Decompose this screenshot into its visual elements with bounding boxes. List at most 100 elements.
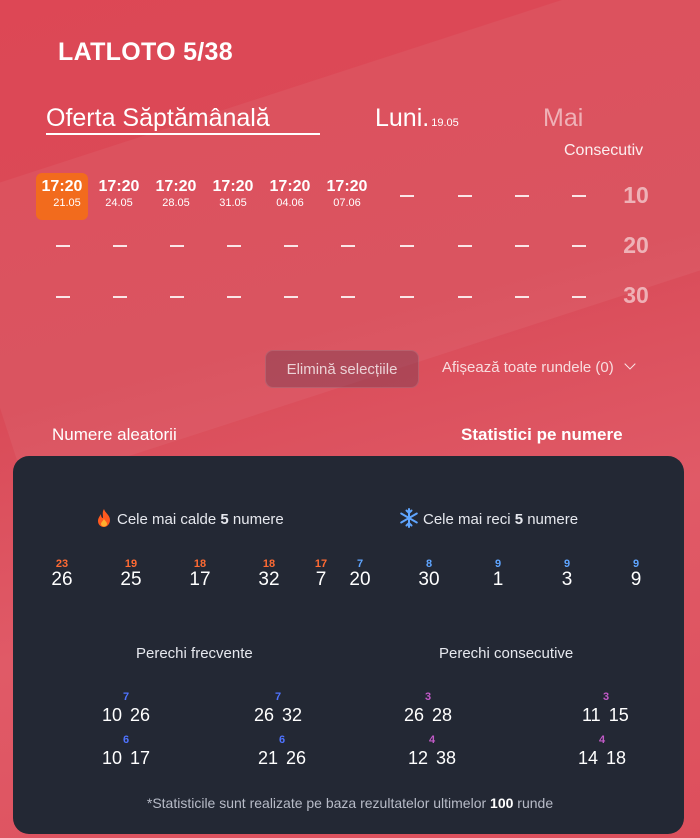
consecutive-label: Consecutiv (564, 142, 644, 159)
cold-number: 91 (470, 558, 526, 590)
footnote-count: 100 (490, 795, 514, 811)
tab-monday[interactable]: Luni. 19.05 (375, 104, 459, 133)
pair-count: 6 (123, 734, 130, 746)
active-tab-underline (46, 133, 320, 135)
empty-draw-slot[interactable] (284, 296, 298, 298)
tab-number-statistics[interactable]: Statistici pe numere (461, 425, 623, 445)
pair-second-number: 26 (130, 705, 151, 725)
consecutive-pair: 26 28 3 (404, 691, 453, 726)
draw-time: 17:20 (155, 178, 197, 195)
empty-draw-slot[interactable] (227, 296, 241, 298)
empty-draw-slot[interactable] (458, 245, 472, 247)
consecutive-option[interactable]: 10 (611, 182, 661, 209)
consecutive-pairs-heading: Perechi consecutive (439, 645, 574, 662)
tab-next[interactable]: Mai (543, 104, 585, 133)
empty-draw-slot[interactable] (341, 245, 355, 247)
empty-draw-slot[interactable] (341, 296, 355, 298)
empty-draw-slot[interactable] (458, 195, 472, 197)
hot-number: 19 25 (103, 558, 159, 590)
draw-date: 21.05 (53, 197, 81, 209)
chevron-down-icon (624, 358, 636, 370)
draw-time: 17:20 (212, 178, 254, 195)
hot-number: 18 32 (241, 558, 297, 590)
cold-numbers-heading: Cele mai reci 5 numere (399, 508, 578, 528)
pair-count: 6 (279, 734, 286, 746)
hot-number: 23 26 (34, 558, 90, 590)
frequent-pair: 21 26 6 (258, 734, 307, 769)
empty-draw-slot[interactable] (572, 195, 586, 197)
hot-number-value: 17 (189, 569, 211, 590)
draw-time: 17:20 (269, 178, 311, 195)
draw-time: 17:20 (326, 178, 368, 195)
footnote-pre: *Statisticile sunt realizate pe baza rez… (146, 795, 487, 811)
consecutive-option[interactable]: 20 (611, 232, 661, 259)
cold-number-value: 1 (492, 569, 504, 590)
fire-icon (98, 509, 110, 527)
hot-heading-pre: Cele mai calde (117, 511, 217, 528)
hot-number-value: 7 (315, 569, 327, 590)
hot-number: 17 7 (310, 558, 332, 590)
empty-draw-slot[interactable] (458, 296, 472, 298)
empty-draw-slot[interactable] (56, 296, 70, 298)
draw-date: 07.06 (333, 197, 361, 209)
pair-count: 4 (429, 734, 436, 746)
draw-slot[interactable]: 17:20 21.05 (36, 173, 88, 220)
cold-heading-pre: Cele mai reci (423, 511, 511, 528)
empty-draw-slot[interactable] (515, 245, 529, 247)
empty-draw-slot[interactable] (572, 245, 586, 247)
empty-draw-slot[interactable] (56, 245, 70, 247)
hot-numbers-heading: Cele mai calde 5 numere (95, 508, 284, 528)
empty-draw-slot[interactable] (400, 195, 414, 197)
show-all-rounds-button[interactable]: Afișează toate rundele (0) (442, 358, 636, 376)
draw-date: 31.05 (219, 197, 247, 209)
snowflake-icon (400, 508, 418, 528)
empty-draw-slot[interactable] (515, 296, 529, 298)
empty-draw-slot[interactable] (284, 245, 298, 247)
draw-slot[interactable]: 17:20 04.06 (264, 178, 316, 210)
pair-second-number: 32 (282, 705, 303, 725)
cold-number: 8 30 (401, 558, 457, 590)
empty-draw-slot[interactable] (113, 245, 127, 247)
clear-selections-button[interactable]: Elimină selecțiile (265, 350, 419, 388)
draw-slot[interactable]: 17:20 24.05 (93, 178, 145, 210)
consecutive-pair: 12 38 4 (408, 734, 456, 769)
cold-number-value: 3 (561, 569, 573, 590)
pair-first-number: 10 (102, 705, 123, 725)
cold-number: 93 (539, 558, 595, 590)
draw-date: 28.05 (162, 197, 190, 209)
page-title: LATLOTO 5/38 (58, 38, 233, 66)
tab-random-numbers[interactable]: Numere aleatorii (52, 425, 177, 445)
hot-number-value: 32 (258, 569, 280, 590)
draw-slot[interactable]: 17:20 31.05 (207, 178, 259, 210)
cold-heading-count: 5 (514, 511, 524, 528)
draw-slot[interactable]: 17:20 07.06 (321, 178, 373, 210)
draw-date: 04.06 (276, 197, 304, 209)
pair-first-number: 26 (254, 705, 275, 725)
frequent-pair: 10 17 6 (102, 734, 150, 769)
empty-draw-slot[interactable] (515, 195, 529, 197)
empty-draw-slot[interactable] (113, 296, 127, 298)
draw-date: 24.05 (105, 197, 133, 209)
empty-draw-slot[interactable] (227, 245, 241, 247)
consecutive-option[interactable]: 30 (611, 282, 661, 309)
empty-draw-slot[interactable] (400, 296, 414, 298)
pair-first-number: 26 (404, 705, 425, 725)
empty-draw-slot[interactable] (572, 296, 586, 298)
pair-count: 4 (599, 734, 606, 746)
hot-heading-count: 5 (220, 511, 229, 528)
pair-second-number: 28 (432, 705, 453, 725)
tab-weekly-offer[interactable]: Oferta Săptămânală (46, 104, 270, 133)
draw-slot[interactable]: 17:20 28.05 (150, 178, 202, 210)
pair-second-number: 26 (286, 748, 307, 768)
tab-monday-date: 19.05 (431, 117, 459, 129)
cold-number-value: 9 (630, 569, 642, 590)
empty-draw-slot[interactable] (170, 296, 184, 298)
pair-count: 7 (123, 691, 130, 703)
cold-number-value: 20 (349, 569, 371, 590)
hot-heading-post: numere (232, 511, 284, 528)
pair-second-number: 15 (608, 705, 629, 725)
cold-number: 7 20 (332, 558, 388, 590)
cold-number-value: 30 (418, 569, 440, 590)
empty-draw-slot[interactable] (400, 245, 414, 247)
empty-draw-slot[interactable] (170, 245, 184, 247)
